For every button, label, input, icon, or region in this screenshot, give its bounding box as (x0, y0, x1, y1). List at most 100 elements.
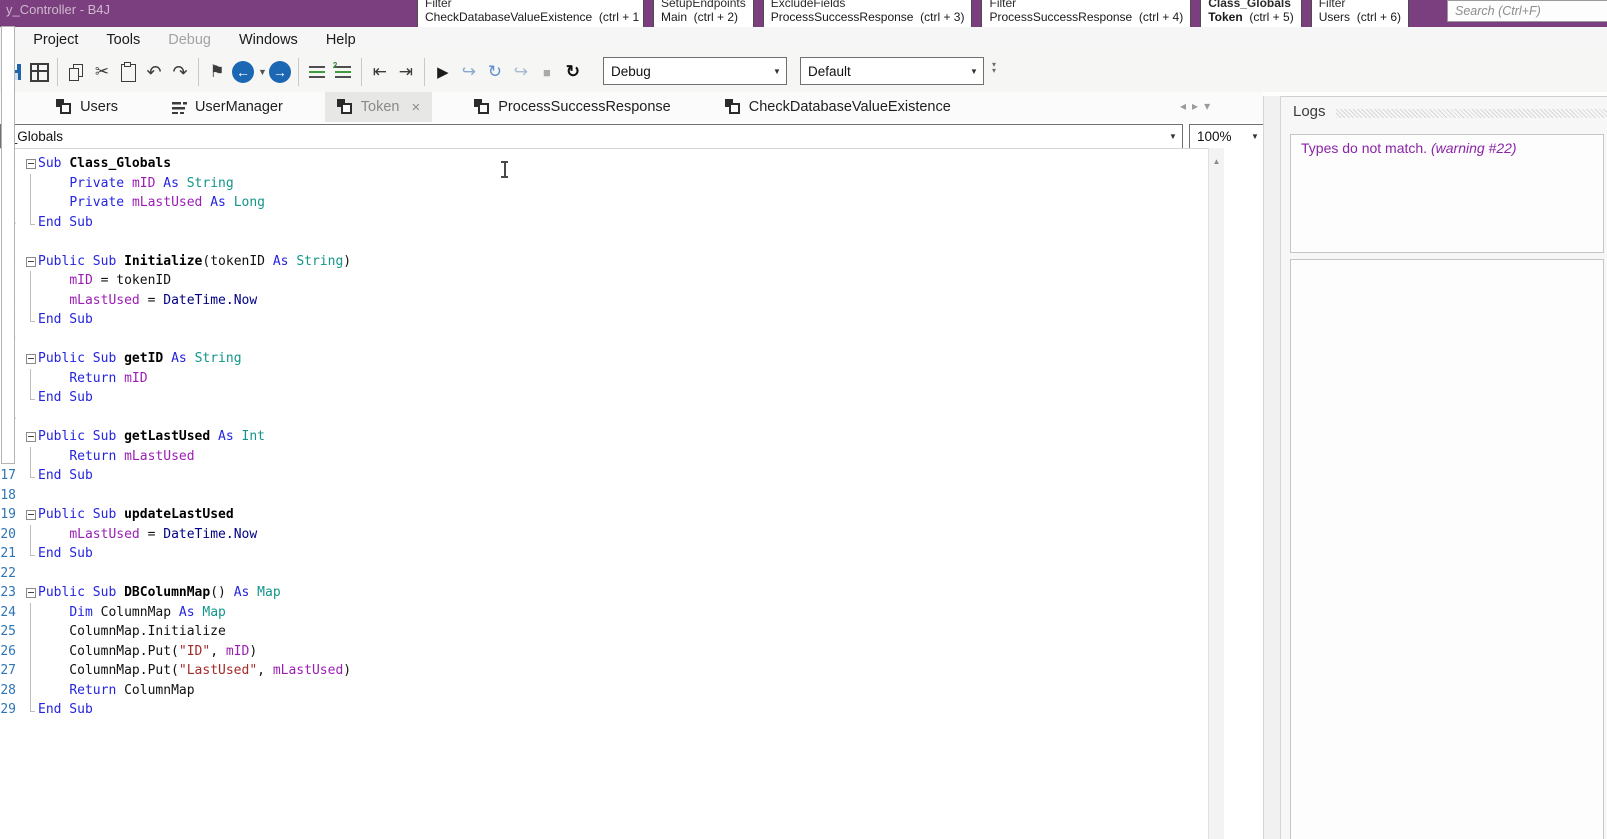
comment-button[interactable] (304, 58, 330, 86)
code-text: mID = tokenID (69, 273, 172, 288)
menu-item-project[interactable]: Project (19, 32, 92, 48)
code-text: Dim ColumnMap As Map (69, 604, 226, 620)
fold-guide (16, 290, 38, 311)
cut-button[interactable]: ✂ (89, 58, 115, 86)
restart-icon: ↻ (565, 62, 581, 81)
back-history-dropdown[interactable]: ▼ (258, 67, 267, 77)
step-into-button[interactable]: ↪ (456, 58, 482, 86)
code-line-25[interactable]: 25 ColumnMap.Initialize (0, 622, 1208, 642)
code-editor[interactable]: 1Sub Class_Globals2 Private mID As Strin… (0, 148, 1208, 839)
quick-tab-processsuccessresponse[interactable]: ExcludeFields ProcessSuccessResponse (ctr… (762, 0, 973, 28)
code-line-8[interactable]: 8 mLastUsed = DateTime.Now (0, 290, 1208, 311)
run-button[interactable]: ▶ (430, 58, 456, 86)
outdent-button[interactable]: ⇤ (367, 58, 393, 86)
close-tab-icon[interactable]: × (412, 99, 421, 116)
fold-collapse-icon[interactable] (16, 349, 38, 369)
code-line-11[interactable]: 11Public Sub getID As String (0, 349, 1208, 369)
navigate-back-button[interactable]: ← (230, 58, 256, 86)
logs-panel-splitter[interactable] (1263, 96, 1281, 839)
toolbar-separator (423, 58, 425, 86)
copy-button[interactable] (63, 58, 89, 86)
scrollbar-thumb[interactable] (1, 26, 15, 464)
step-over-button[interactable]: ↻ (482, 58, 508, 86)
quick-tab-token[interactable]: Class_Globals Token (ctrl + 5) (1200, 0, 1302, 28)
code-line-7[interactable]: 7 mID = tokenID (0, 271, 1208, 291)
panel-drag-handle[interactable] (1335, 108, 1607, 118)
tab-gap (130, 92, 160, 122)
class-module-icon (56, 99, 72, 115)
quick-tab-processsuccessresponse[interactable]: Filter ProcessSuccessResponse (ctrl + 4) (981, 0, 1192, 28)
menu-item-help[interactable]: Help (312, 32, 370, 48)
code-line-18[interactable]: 18 (0, 486, 1208, 506)
step-out-button[interactable]: ↪ (508, 58, 534, 86)
fold-collapse-icon[interactable] (16, 154, 38, 174)
code-line-22[interactable]: 22 (0, 564, 1208, 584)
code-line-9[interactable]: 9End Sub (0, 310, 1208, 330)
code-line-3[interactable]: 3 Private mLastUsed As Long (0, 193, 1208, 213)
code-line-1[interactable]: 1Sub Class_Globals (0, 154, 1208, 174)
tab-scroll-controls: ◂ ▸ ▾ (1180, 99, 1210, 113)
toolbar-separator (57, 58, 58, 86)
menu-item-tools[interactable]: Tools (92, 32, 154, 48)
export-button[interactable] (26, 58, 52, 86)
bookmark-button[interactable]: ⚑ (204, 58, 230, 86)
step-over-icon: ↻ (487, 62, 503, 81)
line-number: 20 (0, 526, 16, 542)
fold-collapse-icon[interactable] (16, 252, 38, 272)
paste-button[interactable] (115, 58, 141, 86)
logs-panel: Logs Types do not match. (warning #22) (1281, 96, 1607, 839)
fold-collapse-icon[interactable] (16, 427, 38, 447)
code-line-4[interactable]: 4End Sub (0, 212, 1208, 233)
fold-collapse-icon[interactable] (16, 505, 38, 525)
zoom-level-select[interactable]: 100% ▼ (1189, 124, 1265, 149)
toolbar-overflow-button[interactable]: ▾ ▾ (992, 61, 996, 75)
code-line-13[interactable]: 13End Sub (0, 388, 1208, 408)
code-line-24[interactable]: 24 Dim ColumnMap As Map (0, 602, 1208, 623)
tab-list-dropdown[interactable]: ▾ (1204, 99, 1210, 113)
code-line-23[interactable]: 23 Public Sub DBColumnMap() As Map (0, 583, 1208, 603)
indent-button[interactable]: ⇥ (393, 58, 419, 86)
code-line-16[interactable]: 16 Return mLastUsed (0, 446, 1208, 467)
code-line-15[interactable]: 15Public Sub getLastUsed As Int (0, 427, 1208, 447)
search-input[interactable]: Search (Ctrl+F) (1447, 0, 1607, 22)
code-line-21[interactable]: 21 End Sub (0, 544, 1208, 564)
code-line-14[interactable]: 14 (0, 408, 1208, 428)
quick-tab-checkdatabasevalueexistence[interactable]: Filter CheckDatabaseValueExistence (ctrl … (417, 0, 644, 28)
tab-usermanager[interactable]: UserManager (160, 92, 295, 122)
debug-mode-select[interactable]: Debug ▼ (603, 57, 787, 85)
quick-tab-users[interactable]: Filter Users (ctrl + 6) (1310, 0, 1410, 28)
tab-checkdatabasevalueexistence[interactable]: CheckDatabaseValueExistence (713, 92, 963, 122)
code-line-19[interactable]: 19 Public Sub updateLastUsed (0, 505, 1208, 525)
code-line-10[interactable]: 10 (0, 330, 1208, 350)
code-line-12[interactable]: 12 Return mID (0, 368, 1208, 389)
editor-vertical-scrollbar[interactable]: ▲ (1208, 148, 1224, 839)
code-line-28[interactable]: 28 Return ColumnMap (0, 680, 1208, 701)
code-line-6[interactable]: 6Public Sub Initialize(tokenID As String… (0, 252, 1208, 272)
search-placeholder: Search (Ctrl+F) (1455, 4, 1541, 18)
code-line-17[interactable]: 17 End Sub (0, 466, 1208, 486)
tab-scroll-left-button[interactable]: ◂ (1180, 99, 1186, 113)
fold-collapse-icon[interactable] (16, 583, 38, 603)
restart-button[interactable]: ↻ (560, 58, 586, 86)
tab-users[interactable]: Users (44, 92, 130, 122)
code-line-5[interactable]: 5 (0, 232, 1208, 252)
tab-token[interactable]: Token × (324, 92, 433, 122)
quick-tab-main[interactable]: SetupEndpoints Main (ctrl + 2) (653, 0, 754, 28)
undo-button[interactable]: ↶ (141, 58, 167, 86)
stop-button[interactable]: ■ (534, 58, 560, 86)
menu-item-windows[interactable]: Windows (225, 32, 312, 48)
redo-button[interactable]: ↷ (167, 58, 193, 86)
code-line-26[interactable]: 26 ColumnMap.Put("ID", mID) (0, 641, 1208, 662)
navigate-forward-button[interactable]: → (267, 58, 293, 86)
code-line-20[interactable]: 20 mLastUsed = DateTime.Now (0, 524, 1208, 545)
uncomment-button[interactable] (330, 58, 356, 86)
build-config-select[interactable]: Default ▼ (800, 57, 984, 85)
menu-item-debug[interactable]: Debug (154, 32, 225, 48)
code-line-2[interactable]: 2 Private mID As String (0, 173, 1208, 194)
scroll-up-arrow-icon[interactable]: ▲ (1209, 148, 1224, 172)
code-line-29[interactable]: 29 End Sub (0, 700, 1208, 720)
code-line-27[interactable]: 27 ColumnMap.Put("LastUsed", mLastUsed) (0, 661, 1208, 681)
tab-scroll-right-button[interactable]: ▸ (1192, 99, 1198, 113)
tab-processsuccessresponse[interactable]: ProcessSuccessResponse (462, 92, 682, 122)
sub-selector[interactable]: s_Globals ▼ (0, 124, 1183, 149)
